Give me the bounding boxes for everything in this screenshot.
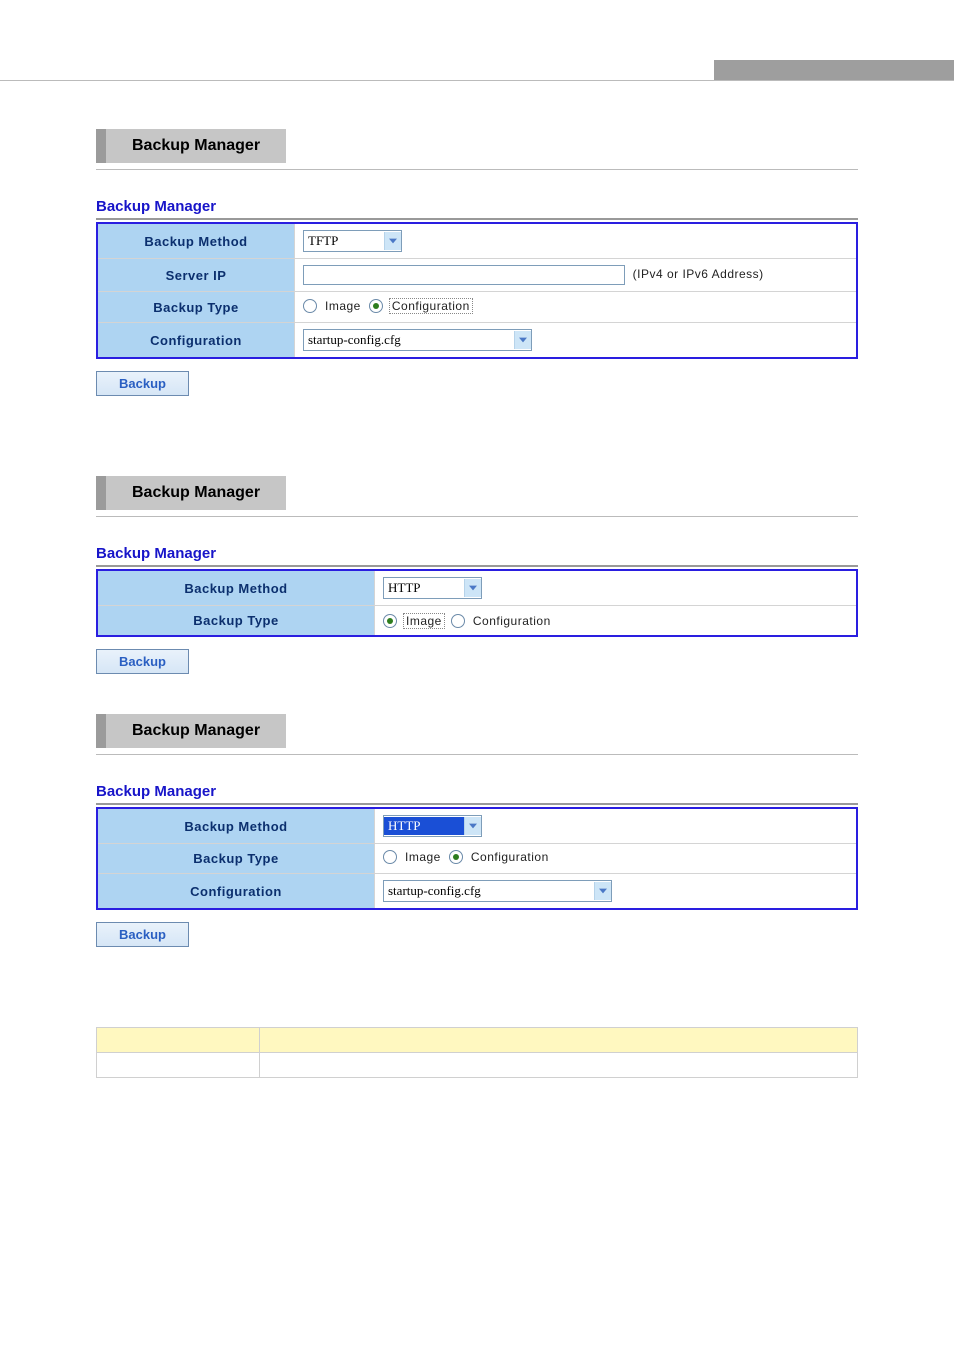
radio-configuration[interactable] [449,850,463,864]
footer-cell-right [260,1053,858,1078]
radio-configuration-label: Configuration [471,614,553,628]
label-backup-type: Backup Type [97,292,295,323]
section-title: Backup Manager [96,129,286,163]
backup-method-select[interactable]: HTTP [383,815,482,837]
configuration-value: startup-config.cfg [384,882,594,900]
configuration-select[interactable]: startup-config.cfg [303,329,532,351]
radio-image-label: Image [403,850,443,864]
radio-configuration[interactable] [369,299,383,313]
label-backup-type: Backup Type [97,844,375,874]
row-backup-type: Backup Type Image Configuration [97,844,857,874]
radio-image[interactable] [303,299,317,313]
subsection-title: Backup Manager [96,198,858,220]
row-backup-method: Backup Method TFTP [97,223,857,259]
section-header: Backup Manager [96,714,858,755]
server-ip-hint: (IPv4 or IPv6 Address) [633,267,764,281]
backup-type-radio-group: Image Configuration [383,613,553,629]
row-server-ip: Server IP (IPv4 or IPv6 Address) [97,259,857,292]
subsection-title: Backup Manager [96,783,858,805]
radio-image-label: Image [403,613,445,629]
section-title: Backup Manager [96,714,286,748]
label-backup-method: Backup Method [97,223,295,259]
label-backup-type: Backup Type [97,606,375,637]
chevron-down-icon [594,882,611,900]
backup-form-http-config: Backup Method HTTP Backup Type Image Con… [96,807,858,910]
radio-configuration-label: Configuration [469,850,551,864]
chevron-down-icon [464,579,481,597]
footer-cell-left [97,1053,260,1078]
row-backup-method: Backup Method HTTP [97,570,857,606]
top-divider [0,60,954,81]
row-backup-type: Backup Type Image Configuration [97,292,857,323]
backup-button[interactable]: Backup [96,922,189,947]
backup-form-tftp: Backup Method TFTP Server IP (IPv4 or IP… [96,222,858,359]
radio-image-label: Image [323,299,363,313]
row-backup-method: Backup Method HTTP [97,808,857,844]
chevron-down-icon [464,817,481,835]
backup-button[interactable]: Backup [96,649,189,674]
footer-header-left [97,1028,260,1053]
backup-method-value: HTTP [384,579,464,597]
radio-image[interactable] [383,614,397,628]
backup-method-select[interactable]: TFTP [303,230,402,252]
radio-image[interactable] [383,850,397,864]
row-configuration: Configuration startup-config.cfg [97,323,857,359]
label-configuration: Configuration [97,323,295,359]
label-server-ip: Server IP [97,259,295,292]
backup-type-radio-group: Image Configuration [383,850,551,864]
backup-method-select[interactable]: HTTP [383,577,482,599]
server-ip-input[interactable] [303,265,625,285]
subsection-title: Backup Manager [96,545,858,567]
backup-method-value: HTTP [384,817,464,835]
footer-header-right [260,1028,858,1053]
backup-type-radio-group: Image Configuration [303,298,473,314]
configuration-value: startup-config.cfg [304,331,514,349]
top-right-block [714,60,954,80]
footer-table [96,1027,858,1078]
label-configuration: Configuration [97,874,375,910]
backup-method-value: TFTP [304,232,384,250]
chevron-down-icon [384,232,401,250]
section-title: Backup Manager [96,476,286,510]
section-header: Backup Manager [96,129,858,170]
section-header: Backup Manager [96,476,858,517]
label-backup-method: Backup Method [97,808,375,844]
radio-configuration-label: Configuration [389,298,473,314]
row-backup-type: Backup Type Image Configuration [97,606,857,637]
row-configuration: Configuration startup-config.cfg [97,874,857,910]
radio-configuration[interactable] [451,614,465,628]
backup-form-http-image: Backup Method HTTP Backup Type Image Con… [96,569,858,637]
configuration-select[interactable]: startup-config.cfg [383,880,612,902]
label-backup-method: Backup Method [97,570,375,606]
chevron-down-icon [514,331,531,349]
backup-button[interactable]: Backup [96,371,189,396]
